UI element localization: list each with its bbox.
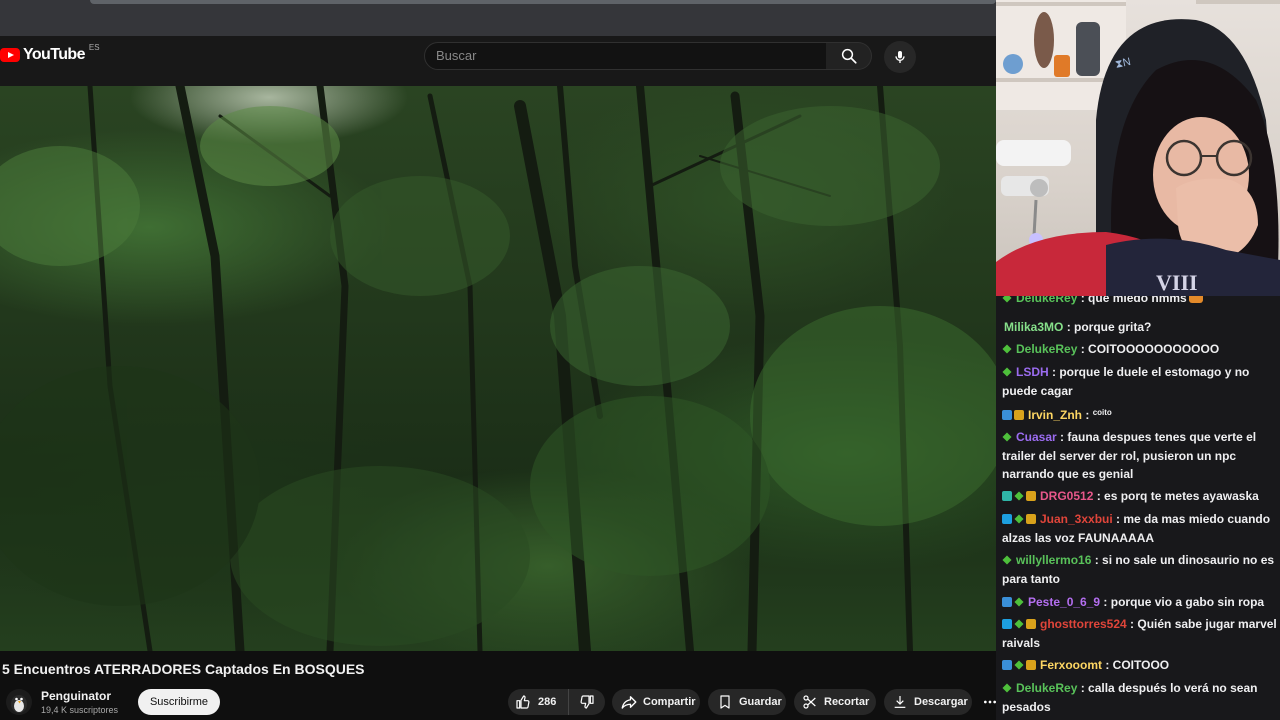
blue-badge-icon [1002, 597, 1012, 607]
video-title: 5 Encuentros ATERRADORES Captados En BOS… [2, 661, 365, 677]
forest-scene [0, 86, 996, 651]
green-badge-icon [1014, 597, 1024, 607]
gold-badge-icon [1026, 491, 1036, 501]
penguin-avatar-icon [11, 695, 27, 713]
subscribe-button[interactable]: Suscribirme [138, 689, 220, 715]
chat-panel[interactable]: DelukeRey : que miedo hmms Milika3MO : po… [996, 296, 1280, 720]
chat-text: : COITOOOOOOOOOOO [1077, 342, 1220, 356]
chat-username[interactable]: Milika3MO [1004, 320, 1063, 334]
chat-text: : [1082, 408, 1093, 422]
share-label: Compartir [643, 696, 696, 708]
gold-badge-icon [1026, 619, 1036, 629]
chat-username[interactable]: Peste_0_6_9 [1028, 595, 1100, 609]
like-count: 286 [538, 696, 557, 708]
chat-username[interactable]: LSDH [1016, 365, 1049, 379]
chat-username[interactable]: Irvin_Znh [1028, 408, 1082, 422]
download-icon [894, 696, 906, 708]
chat-username[interactable]: Cuasar [1016, 430, 1057, 444]
chat-username[interactable]: DelukeRey [1016, 342, 1077, 356]
webcam-scene: ⧗N VIII [996, 0, 1280, 301]
chat-message: ghosttorres524 : Quién sabe jugar marvel… [1002, 615, 1278, 652]
chat-text: : porque grita? [1063, 320, 1152, 334]
chat-username[interactable]: ghosttorres524 [1040, 617, 1127, 631]
browser-tab[interactable] [90, 0, 996, 4]
webcam-overlay: ⧗N VIII [996, 0, 1280, 301]
chat-message: Ferxooomt : COITOOO [1002, 656, 1278, 675]
chat-username[interactable]: willyllermo16 [1016, 553, 1091, 567]
green-badge-icon [1002, 555, 1012, 565]
download-label: Descargar [914, 696, 968, 708]
chat-message: Cuasar : fauna despues tenes que verte e… [1002, 428, 1278, 484]
subscriber-count: 19,4 K suscriptores [41, 705, 119, 715]
chat-text: : COITOOO [1102, 658, 1170, 672]
green-badge-icon [1002, 367, 1012, 377]
share-icon [621, 696, 637, 709]
chat-message: Juan_3xxbui : me da mas miedo cuando alz… [1002, 510, 1278, 547]
blue-badge-icon [1002, 410, 1012, 420]
chat-username[interactable]: Ferxooomt [1040, 658, 1102, 672]
cyan-badge-icon [1002, 514, 1012, 524]
clip-label: Recortar [824, 696, 870, 708]
like-button[interactable]: 286 [508, 689, 568, 715]
save-label: Guardar [739, 696, 782, 708]
chat-username[interactable]: DRG0512 [1040, 489, 1093, 503]
save-button[interactable]: Guardar [708, 689, 786, 715]
youtube-play-icon [0, 48, 20, 62]
gold-badge-icon [1014, 410, 1024, 420]
green-badge-icon [1002, 432, 1012, 442]
scissors-icon [803, 695, 816, 709]
chat-message: DelukeRey : COITOOOOOOOOOOO [1002, 340, 1278, 359]
search-button[interactable] [826, 42, 872, 70]
green-badge-icon [1002, 683, 1012, 693]
cyan-badge-icon [1002, 619, 1012, 629]
search-input[interactable]: Buscar [424, 42, 827, 70]
green-badge-icon [1014, 619, 1024, 629]
chat-message: Peste_0_6_9 : porque vio a gabo sin ropa [1002, 593, 1278, 612]
browser-tab-strip [0, 0, 996, 36]
green-badge-icon [1014, 514, 1024, 524]
green-badge-icon [1002, 344, 1012, 354]
youtube-header: YouTube ES Buscar [0, 36, 996, 86]
teal-badge-icon [1002, 491, 1012, 501]
voice-search-button[interactable] [884, 41, 916, 73]
video-player[interactable] [0, 86, 996, 651]
chat-username[interactable]: DelukeRey [1016, 681, 1077, 695]
download-button[interactable]: Descargar [884, 689, 972, 715]
youtube-logo-text: YouTube [23, 46, 85, 63]
chat-text: : porque vio a gabo sin ropa [1100, 595, 1265, 609]
chat-emote-text: coito [1092, 408, 1112, 417]
green-badge-icon [1002, 296, 1012, 303]
search-icon [841, 48, 857, 64]
chat-message: DelukeRey : calla después lo verá no sea… [1002, 679, 1278, 716]
chat-username[interactable]: Juan_3xxbui [1040, 512, 1113, 526]
chat-text: : que miedo hmms [1077, 296, 1187, 305]
green-badge-icon [1014, 660, 1024, 670]
channel-avatar[interactable] [6, 689, 32, 715]
chat-message: Irvin_Znh : coito [1002, 404, 1278, 425]
gold-badge-icon [1026, 660, 1036, 670]
channel-name[interactable]: Penguinator [41, 689, 111, 703]
chat-message: LSDH : porque le duele el estomago y no … [1002, 363, 1278, 400]
chat-message: DRG0512 : es porq te metes ayawaska [1002, 487, 1278, 506]
green-badge-icon [1014, 491, 1024, 501]
chat-message: DelukeRey : que miedo hmms [1002, 296, 1278, 308]
youtube-logo[interactable]: YouTube ES [0, 42, 100, 64]
gold-badge-icon [1026, 514, 1036, 524]
chat-message: Milika3MO : porque grita? [1002, 318, 1278, 337]
dislike-button[interactable] [568, 689, 605, 715]
microphone-icon [895, 51, 905, 63]
bookmark-icon [720, 695, 730, 709]
chat-username[interactable]: DelukeRey [1016, 296, 1077, 305]
share-button[interactable]: Compartir [612, 689, 700, 715]
thumbs-down-icon [580, 695, 594, 709]
chat-message: willyllermo16 : si no sale un dinosaurio… [1002, 551, 1278, 588]
region-code: ES [88, 42, 100, 52]
clip-button[interactable]: Recortar [794, 689, 876, 715]
thumbs-up-icon [516, 695, 530, 709]
svg-text:VIII: VIII [1156, 270, 1198, 295]
blue-badge-icon [1002, 660, 1012, 670]
emote-icon [1188, 296, 1203, 303]
chat-text: : es porq te metes ayawaska [1093, 489, 1259, 503]
